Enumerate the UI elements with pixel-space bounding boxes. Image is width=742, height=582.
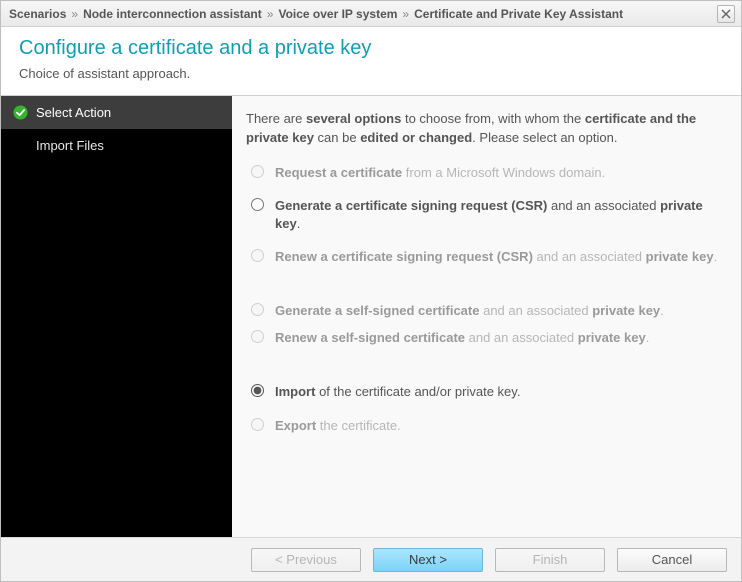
option-radio[interactable] (251, 198, 264, 211)
wizard-step-import-files[interactable]: Import Files (1, 129, 232, 162)
close-icon (721, 9, 731, 19)
option-radio (251, 165, 264, 178)
header-panel: Configure a certificate and a private ke… (1, 27, 741, 96)
breadcrumb-item[interactable]: Certificate and Private Key Assistant (414, 7, 623, 21)
option-import[interactable]: Import of the certificate and/or private… (246, 383, 723, 401)
breadcrumb-sep: » (402, 7, 409, 21)
option-label: Renew a self-signed certificate and an a… (275, 329, 649, 347)
breadcrumb-item[interactable]: Voice over IP system (278, 7, 397, 21)
option-generate-csr[interactable]: Generate a certificate signing request (… (246, 197, 723, 232)
finish-button: Finish (495, 548, 605, 572)
option-label: Generate a certificate signing request (… (275, 197, 723, 232)
spacer (246, 357, 723, 367)
option-radio (251, 249, 264, 262)
breadcrumb-sep: » (267, 7, 274, 21)
breadcrumb-item[interactable]: Scenarios (9, 7, 66, 21)
footer: < Previous Next > Finish Cancel (1, 537, 741, 581)
wizard-step-label: Select Action (36, 105, 111, 120)
page-subtitle: Choice of assistant approach. (19, 66, 723, 81)
option-label: Generate a self-signed certificate and a… (275, 302, 664, 320)
option-export: Export the certificate. (246, 417, 723, 435)
content-panel: There are several options to choose from… (232, 96, 741, 537)
wizard-step-select-action[interactable]: Select Action (1, 96, 232, 129)
option-label: Export the certificate. (275, 417, 401, 435)
wizard-step-label: Import Files (36, 138, 104, 153)
option-label: Import of the certificate and/or private… (275, 383, 520, 401)
intro-text: There are several options to choose from… (246, 110, 723, 148)
option-label: Renew a certificate signing request (CSR… (275, 248, 717, 266)
option-radio (251, 330, 264, 343)
close-button[interactable] (717, 5, 735, 23)
option-radio[interactable] (251, 384, 264, 397)
option-radio (251, 303, 264, 316)
titlebar: Scenarios » Node interconnection assista… (1, 1, 741, 27)
option-renew-csr: Renew a certificate signing request (CSR… (246, 248, 723, 266)
option-request-certificate: Request a certificate from a Microsoft W… (246, 164, 723, 182)
dialog-window: Scenarios » Node interconnection assista… (0, 0, 742, 582)
option-generate-selfsigned: Generate a self-signed certificate and a… (246, 302, 723, 320)
body: Select Action Import Files There are sev… (1, 96, 741, 537)
breadcrumb-item[interactable]: Node interconnection assistant (83, 7, 262, 21)
option-renew-selfsigned: Renew a self-signed certificate and an a… (246, 329, 723, 347)
check-icon (13, 105, 28, 120)
option-radio (251, 418, 264, 431)
previous-button: < Previous (251, 548, 361, 572)
cancel-button[interactable]: Cancel (617, 548, 727, 572)
wizard-sidebar: Select Action Import Files (1, 96, 232, 537)
breadcrumb-sep: » (71, 7, 78, 21)
option-label: Request a certificate from a Microsoft W… (275, 164, 605, 182)
next-button[interactable]: Next > (373, 548, 483, 572)
page-title: Configure a certificate and a private ke… (19, 37, 723, 60)
spacer (246, 282, 723, 292)
